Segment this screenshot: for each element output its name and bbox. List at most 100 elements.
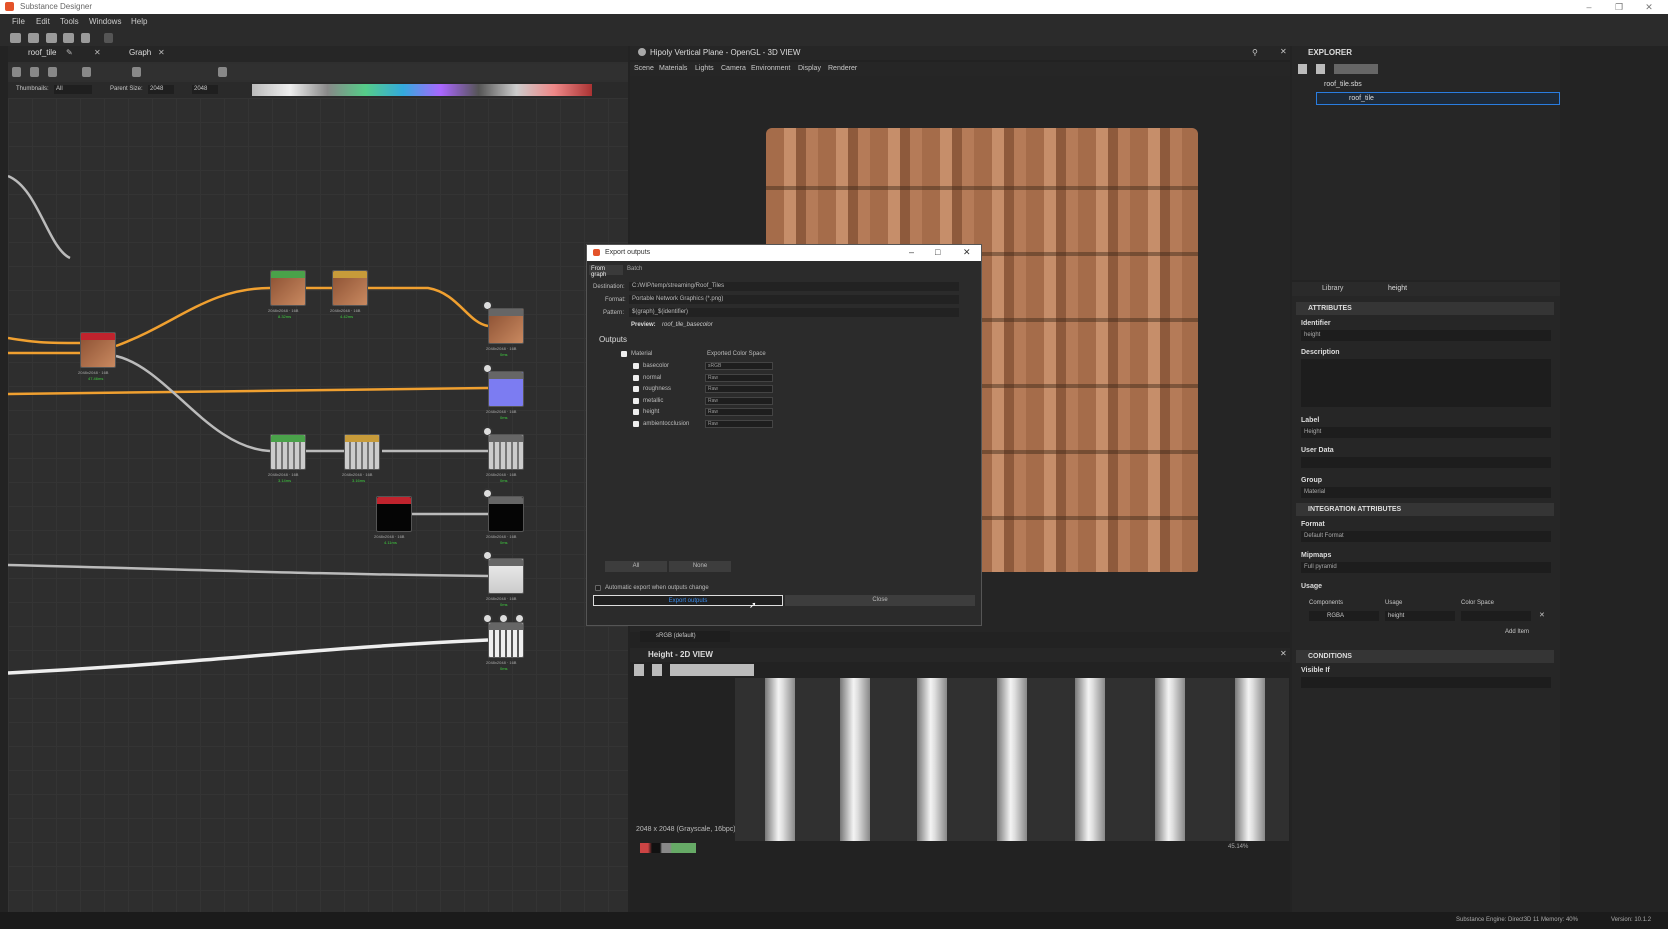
tab-graph[interactable]: Graph xyxy=(129,48,151,57)
userdata-field[interactable] xyxy=(1301,457,1551,468)
attributes-section[interactable]: ATTRIBUTES xyxy=(1296,302,1554,315)
new-package-icon[interactable] xyxy=(10,33,21,43)
metallic-colorspace-select[interactable]: Raw xyxy=(705,397,773,405)
add-item-button[interactable]: Add Item xyxy=(1505,629,1529,635)
node-blend-1[interactable] xyxy=(332,270,368,306)
minimize-icon[interactable]: – xyxy=(1574,0,1604,14)
label-field[interactable]: Height xyxy=(1301,427,1551,438)
format-select[interactable]: Default Format xyxy=(1301,531,1551,542)
menu-windows[interactable]: Windows xyxy=(89,17,121,26)
3d-view-pin-icon[interactable]: ⚲ xyxy=(1252,48,1258,57)
frame-all-icon[interactable] xyxy=(12,67,21,77)
node-levels-2[interactable] xyxy=(270,434,306,470)
maximize-icon[interactable]: ❐ xyxy=(1604,0,1634,14)
height-colorspace-select[interactable]: Raw xyxy=(705,408,773,416)
select-all-button[interactable]: All xyxy=(605,561,667,572)
explorer-item-graph-selected[interactable]: roof_tile xyxy=(1316,92,1560,105)
parent-size-select[interactable]: 2048 xyxy=(148,85,174,94)
3d-menu-lights[interactable]: Lights xyxy=(695,65,714,72)
grid-icon[interactable] xyxy=(132,67,141,77)
basecolor-colorspace-select[interactable]: sRGB xyxy=(705,362,773,370)
explorer-toolbar[interactable] xyxy=(1298,64,1378,74)
new-graph-icon[interactable] xyxy=(28,33,39,43)
usage-select[interactable]: height xyxy=(1385,611,1455,621)
close-tab-icon[interactable]: ✕ xyxy=(94,48,101,57)
node-library-icons[interactable] xyxy=(252,84,592,96)
tab-height[interactable]: height xyxy=(1388,285,1407,292)
redo-icon[interactable] xyxy=(104,33,113,43)
menu-help[interactable]: Help xyxy=(131,17,147,26)
dialog-close-icon[interactable]: ✕ xyxy=(963,247,971,258)
node-output-height[interactable] xyxy=(488,622,524,658)
node-output-roughness[interactable] xyxy=(488,434,524,470)
2d-view-toolbar[interactable] xyxy=(634,664,754,676)
pin-icon[interactable]: ✎ xyxy=(66,48,73,57)
open-icon[interactable] xyxy=(46,33,57,43)
height-checkbox[interactable] xyxy=(633,409,639,415)
colorspace-select[interactable]: sRGB (default) xyxy=(640,631,730,642)
dialog-minimize-icon[interactable]: – xyxy=(909,247,914,257)
2d-view-channel-icons[interactable] xyxy=(640,843,696,853)
remove-usage-icon[interactable]: ✕ xyxy=(1539,611,1545,619)
normal-checkbox[interactable] xyxy=(633,375,639,381)
metallic-checkbox[interactable] xyxy=(633,398,639,404)
3d-menu-camera[interactable]: Camera xyxy=(721,65,746,72)
camera-icon[interactable] xyxy=(48,67,57,77)
colorspace-select-props[interactable] xyxy=(1461,611,1531,621)
graph-canvas[interactable]: 2048x2048 · 16B 47.46ms 2048x2048 · 16B … xyxy=(8,98,628,912)
3d-menu-display[interactable]: Display xyxy=(798,65,821,72)
integration-section[interactable]: INTEGRATION ATTRIBUTES xyxy=(1296,503,1554,516)
close-dialog-button[interactable]: Close xyxy=(785,595,975,606)
3d-menu-renderer[interactable]: Renderer xyxy=(828,65,857,72)
node-material-color-blend[interactable] xyxy=(80,332,116,368)
pattern-input[interactable]: $(graph)_$(identifier) xyxy=(629,308,959,317)
pan-icon[interactable] xyxy=(30,67,39,77)
output-size-select[interactable]: 2048 xyxy=(192,85,218,94)
dialog-maximize-icon[interactable]: □ xyxy=(935,247,940,257)
node-output-normal[interactable] xyxy=(488,371,524,407)
menu-tools[interactable]: Tools xyxy=(60,17,79,26)
3d-menu-environment[interactable]: Environment xyxy=(751,65,790,72)
3d-view-close-icon[interactable]: ✕ xyxy=(1280,47,1287,56)
frame-icon[interactable] xyxy=(218,67,227,77)
visible-if-field[interactable] xyxy=(1301,677,1551,688)
explorer-item-package[interactable]: roof_tile.sbs xyxy=(1324,81,1362,88)
tab-library[interactable]: Library xyxy=(1322,285,1343,292)
node-levels-1[interactable] xyxy=(270,270,306,306)
close-icon[interactable]: ✕ xyxy=(1634,0,1664,14)
roughness-checkbox[interactable] xyxy=(633,386,639,392)
3d-menu-scene[interactable]: Scene xyxy=(634,65,654,72)
tab-roof-tile[interactable]: roof_tile xyxy=(28,48,56,57)
height-map-preview[interactable] xyxy=(735,678,1289,841)
identifier-field[interactable]: height xyxy=(1301,330,1551,341)
save-icon[interactable] xyxy=(63,33,74,43)
destination-input[interactable]: C:/WIP/temp/streaming/Roof_Tiles xyxy=(629,282,959,291)
mipmaps-select[interactable]: Full pyramid xyxy=(1301,562,1551,573)
ambientocclusion-colorspace-select[interactable]: Raw xyxy=(705,420,773,428)
roughness-colorspace-select[interactable]: Raw xyxy=(705,385,773,393)
components-select[interactable]: RGBA xyxy=(1309,611,1379,621)
node-blend-2[interactable] xyxy=(344,434,380,470)
3d-menu-materials[interactable]: Materials xyxy=(659,65,687,72)
group-field[interactable]: Material xyxy=(1301,487,1551,498)
normal-colorspace-select[interactable]: Raw xyxy=(705,374,773,382)
tab-from-graph[interactable]: From graph xyxy=(589,265,623,278)
material-checkbox[interactable] xyxy=(621,351,627,357)
auto-export-checkbox[interactable] xyxy=(595,585,601,591)
thumbnails-select[interactable]: All xyxy=(54,85,92,94)
format-select-dialog[interactable]: Portable Network Graphics (*.png) xyxy=(629,295,959,304)
close-graph-tab-icon[interactable]: ✕ xyxy=(158,48,165,57)
basecolor-checkbox[interactable] xyxy=(633,363,639,369)
undo-icon[interactable] xyxy=(81,33,90,43)
select-none-button[interactable]: None xyxy=(669,561,731,572)
node-uniform-color[interactable] xyxy=(376,496,412,532)
2d-view-zoom[interactable]: 45.14% xyxy=(1228,844,1248,850)
2d-view-close-icon[interactable]: ✕ xyxy=(1280,649,1287,658)
node-output-ambient-occlusion[interactable] xyxy=(488,558,524,594)
ambientocclusion-checkbox[interactable] xyxy=(633,421,639,427)
menu-file[interactable]: File xyxy=(12,17,25,26)
conditions-section[interactable]: CONDITIONS xyxy=(1296,650,1554,663)
menu-edit[interactable]: Edit xyxy=(36,17,50,26)
description-field[interactable] xyxy=(1301,359,1551,407)
node-output-basecolor[interactable] xyxy=(488,308,524,344)
